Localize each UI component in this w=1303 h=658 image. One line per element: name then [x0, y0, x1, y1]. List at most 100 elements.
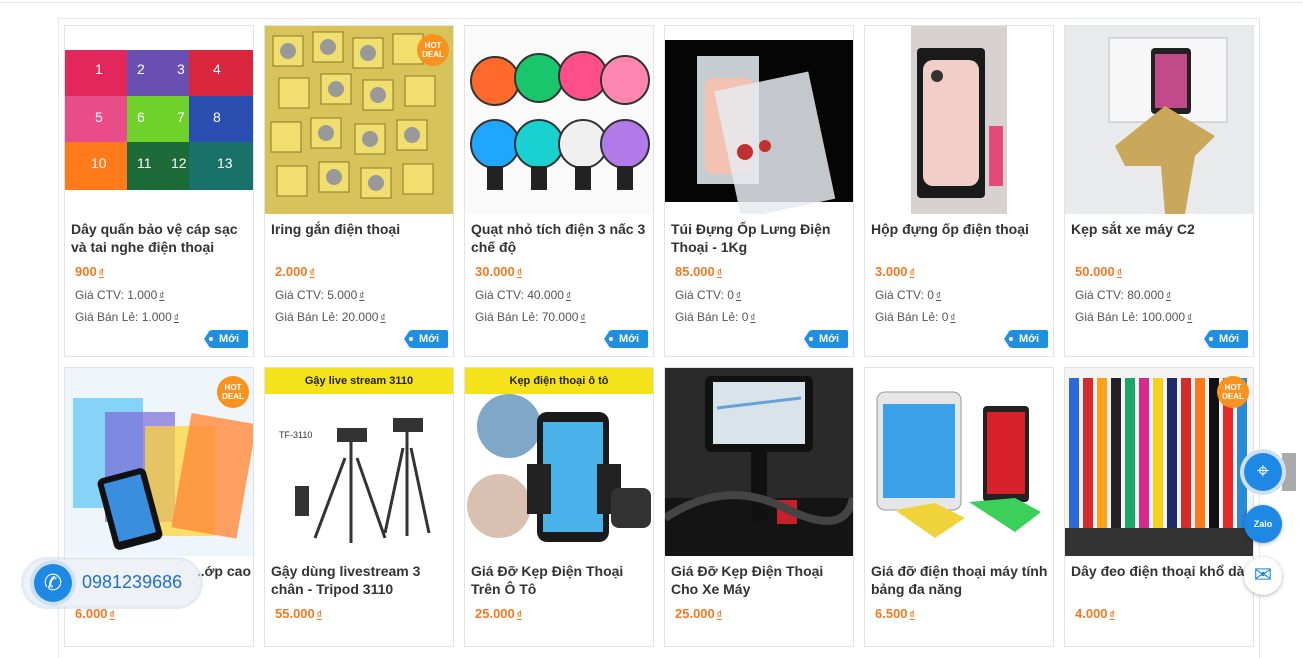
product-image[interactable]: HOT DEAL: [265, 26, 453, 214]
scroll-thumb[interactable]: [1282, 453, 1296, 491]
ctv-price: Giá CTV: 0 ₫: [675, 288, 741, 302]
image-label: 13: [217, 155, 233, 171]
top-divider: [0, 0, 1303, 3]
product-price: 900 ₫: [75, 264, 104, 279]
phone-call-widget[interactable]: ✆ 0981239686: [24, 560, 200, 606]
map-pin-icon[interactable]: ⌖: [1244, 453, 1282, 491]
currency-symbol: ₫: [98, 268, 104, 279]
product-image[interactable]: [465, 26, 653, 214]
product-price: 3.000 ₫: [875, 264, 915, 279]
product-card[interactable]: Giá đỡ điện thoại máy tính bảng đa năng …: [864, 367, 1054, 647]
product-title[interactable]: Dây quấn bảo vệ cáp sạc và tai nghe điện…: [71, 220, 251, 256]
product-title[interactable]: Giá Đỡ Kẹp Điện Thoại Trên Ô Tô: [471, 562, 651, 598]
new-badge: Mới: [1004, 330, 1048, 348]
retail-label: Giá Bán Lẻ:: [75, 310, 142, 324]
image-label: 6: [137, 109, 145, 125]
product-title[interactable]: Iring gắn điện thoại: [271, 220, 451, 238]
zalo-icon[interactable]: Zalo: [1244, 505, 1282, 543]
product-banner: Gậy live stream 3110: [265, 368, 453, 394]
product-price: 85.000 ₫: [675, 264, 722, 279]
product-image[interactable]: [865, 368, 1053, 556]
phone-number[interactable]: 0981239686: [82, 572, 182, 593]
ctv-price: Giá CTV: 5.000 ₫: [275, 288, 364, 302]
product-card[interactable]: Giá Đỡ Kẹp Điện Thoại Cho Xe Máy 25.000 ₫: [664, 367, 854, 647]
product-price: 6.500 ₫: [875, 606, 915, 621]
product-image[interactable]: [865, 26, 1053, 214]
product-price: 2.000 ₫: [275, 264, 315, 279]
product-title[interactable]: Túi Đựng Ốp Lưng Điện Thoại - 1Kg: [671, 220, 851, 256]
phone-icon[interactable]: ✆: [34, 564, 72, 602]
image-label: 3: [177, 61, 185, 77]
product-title[interactable]: Giá đỡ điện thoại máy tính bảng đa năng: [871, 562, 1051, 598]
product-image[interactable]: 1 2 3 4 5 6 7 8 10 11 12 13: [65, 26, 253, 214]
ctv-value: 1.000: [127, 288, 158, 302]
product-card[interactable]: Quạt nhỏ tích điện 3 nấc 3 chế độ 30.000…: [464, 25, 654, 357]
ctv-label: Giá CTV:: [75, 288, 128, 302]
product-image[interactable]: [1065, 26, 1253, 214]
ctv-value: 5.000: [327, 288, 358, 302]
ctv-value: 80.000: [1127, 288, 1164, 302]
ctv-label: Giá CTV:: [875, 288, 928, 302]
ctv-price: Giá CTV: 1.000 ₫: [75, 288, 164, 302]
product-image[interactable]: HOT DEAL: [65, 368, 253, 556]
ctv-value: 0: [927, 288, 934, 302]
currency-symbol: ₫: [1165, 291, 1172, 302]
price-value: 2.000: [275, 264, 308, 279]
currency-symbol: ₫: [380, 313, 386, 324]
currency-symbol: ₫: [159, 291, 165, 302]
product-grid: 1 2 3 4 5 6 7 8 10 11 12 13 Dây quấn bảo…: [58, 18, 1260, 658]
price-value: 25.000: [675, 606, 715, 621]
ctv-label: Giá CTV:: [475, 288, 528, 302]
price-value: 900: [75, 264, 97, 279]
product-card[interactable]: 1 2 3 4 5 6 7 8 10 11 12 13 Dây quấn bảo…: [64, 25, 254, 357]
ctv-label: Giá CTV:: [275, 288, 328, 302]
product-image[interactable]: [665, 26, 853, 214]
new-badge: Mới: [204, 330, 248, 348]
product-image[interactable]: [665, 368, 853, 556]
image-label: 1: [95, 61, 103, 77]
product-card[interactable]: Túi Đựng Ốp Lưng Điện Thoại - 1Kg 85.000…: [664, 25, 854, 357]
product-card[interactable]: TF-3110 Gậy live stream 3110 Gậy dùng li…: [264, 367, 454, 647]
retail-value: 20.000: [341, 310, 379, 324]
product-title[interactable]: Dây đeo điện thoại khổ dà: [1071, 562, 1251, 580]
retail-price: Giá Bán Lẻ: 20.000 ₫: [275, 310, 386, 324]
ctv-label: Giá CTV:: [675, 288, 728, 302]
ctv-price: Giá CTV: 80.000 ₫: [1075, 288, 1171, 302]
price-value: 6.000: [75, 606, 108, 621]
product-card[interactable]: Kẹp điện thoại ô tô Giá Đỡ Kẹp Điện Thoạ…: [464, 367, 654, 647]
currency-symbol: ₫: [580, 313, 586, 324]
retail-label: Giá Bán Lẻ:: [475, 310, 542, 324]
hot-deal-icon: HOT DEAL: [217, 376, 249, 408]
currency-symbol: ₫: [316, 610, 322, 621]
retail-value: 70.000: [541, 310, 579, 324]
product-title[interactable]: Gậy dùng livestream 3 chân - Tripod 3110: [271, 562, 451, 598]
product-title[interactable]: Hộp đựng ốp điện thoại: [871, 220, 1051, 238]
price-value: 55.000: [275, 606, 315, 621]
currency-symbol: ₫: [1116, 268, 1122, 279]
product-image[interactable]: TF-3110 Gậy live stream 3110: [265, 368, 453, 556]
price-value: 6.500: [875, 606, 908, 621]
image-label: 11: [137, 155, 152, 171]
product-card[interactable]: Kẹp sắt xe máy C2 50.000 ₫ Giá CTV: 80.00…: [1064, 25, 1254, 357]
product-image[interactable]: HOT DEAL: [1065, 368, 1253, 556]
hot-deal-icon: HOT DEAL: [417, 34, 449, 66]
new-badge: Mới: [404, 330, 448, 348]
product-title[interactable]: Giá Đỡ Kẹp Điện Thoại Cho Xe Máy: [671, 562, 851, 598]
new-badge: Mới: [604, 330, 648, 348]
currency-symbol: ₫: [909, 610, 915, 621]
product-image[interactable]: Kẹp điện thoại ô tô: [465, 368, 653, 556]
currency-symbol: ₫: [716, 268, 722, 279]
price-value: 3.000: [875, 264, 908, 279]
product-card[interactable]: Hộp đựng ốp điện thoại 3.000 ₫ Giá CTV: 0…: [864, 25, 1054, 357]
product-title[interactable]: Kẹp sắt xe máy C2: [1071, 220, 1251, 238]
product-card[interactable]: HOT DEAL Iring gắn điện thoại 2.000 ₫ Giá…: [264, 25, 454, 357]
ctv-value: 0: [727, 288, 734, 302]
product-card[interactable]: HOT DEAL Dây đeo điện thoại khổ dà 4.000…: [1064, 367, 1254, 647]
retail-label: Giá Bán Lẻ:: [275, 310, 342, 324]
retail-label: Giá Bán Lẻ:: [1075, 310, 1142, 324]
currency-symbol: ₫: [1187, 313, 1193, 324]
product-title[interactable]: Quạt nhỏ tích điện 3 nấc 3 chế độ: [471, 220, 651, 256]
price-value: 4.000: [1075, 606, 1108, 621]
currency-symbol: ₫: [516, 268, 522, 279]
messenger-icon[interactable]: ✉: [1244, 557, 1282, 595]
